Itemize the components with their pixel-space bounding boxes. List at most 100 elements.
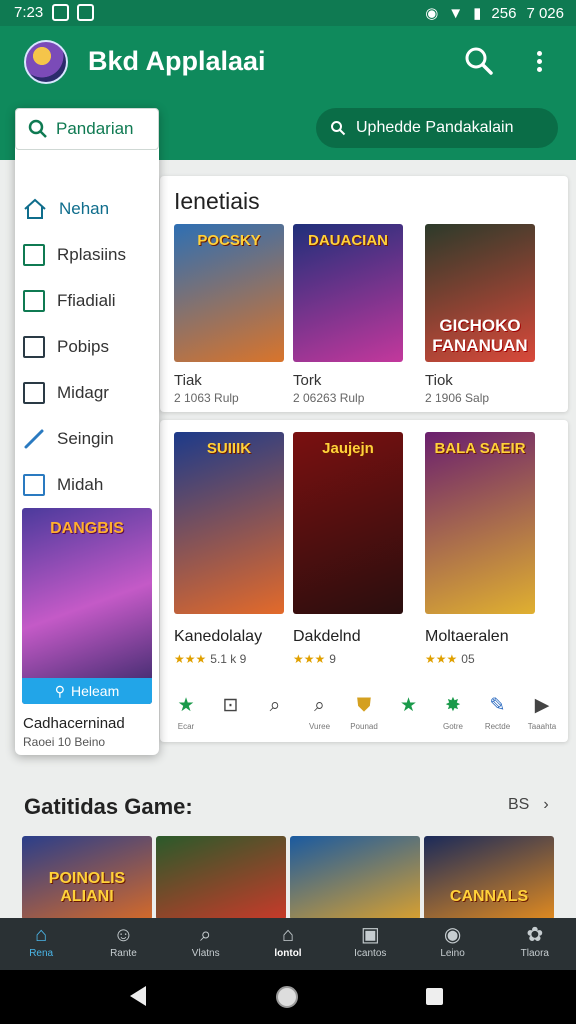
- star-icon: ★: [399, 695, 418, 716]
- drawer-menu: Nehan Rplasiins Ffiadiali Pobips Midagr …: [23, 186, 126, 508]
- rating: ★★★ 9: [293, 652, 403, 666]
- bookmark-icon: ▣: [360, 924, 380, 946]
- tab-label: Icantos: [354, 948, 387, 959]
- drawer-item-3[interactable]: Ffiadiali: [23, 278, 126, 324]
- tab-label: lontol: [274, 948, 302, 959]
- tab-label: Rena: [29, 948, 54, 959]
- top-search-input[interactable]: Uphedde Pandakalain: [316, 108, 558, 148]
- promo-button[interactable]: ⚲ Heleam: [22, 678, 152, 704]
- category-label: Rectde: [484, 722, 511, 731]
- drawer-item-5[interactable]: Midagr: [23, 370, 126, 416]
- tab-6[interactable]: ◉ Leino: [411, 918, 493, 970]
- recents-icon[interactable]: [426, 988, 443, 1005]
- search-icon: [28, 119, 47, 138]
- category-search[interactable]: ⌕: [255, 694, 295, 731]
- game-tile[interactable]: CANNALS: [424, 836, 554, 920]
- alarm-icon: ◉: [425, 5, 439, 22]
- status-time: 7:23: [14, 4, 44, 21]
- tab-label: Vlatns: [191, 948, 220, 959]
- category-label: Pounad: [350, 722, 378, 731]
- tab-5[interactable]: ▣ Icantos: [329, 918, 411, 970]
- face-icon: ☺: [113, 924, 134, 946]
- featured-game-tile[interactable]: Jaujejn Dakdelnd ★★★ 9: [293, 432, 403, 666]
- status-right: ◉ ▼ ▮ 256 7 026: [425, 4, 564, 23]
- image-icon: [23, 382, 45, 404]
- drawer-item-7[interactable]: Midah: [23, 462, 126, 508]
- tab-home[interactable]: ⌂ Rena: [0, 918, 82, 970]
- game-tile[interactable]: POINOLIS ALIANI: [22, 836, 152, 920]
- bottom-navigation: ⌂ Rena ☺ Rante ⌕ Vlatns ⌂ lontol ▣ Icantos ◉ L…: [0, 918, 576, 970]
- featured-game-tile[interactable]: BALA SAEIR Moltaeralen ★★★ 05: [425, 432, 535, 666]
- category-star[interactable]: ★ Ecar: [166, 694, 206, 731]
- category-search-2[interactable]: ⌕ Vuree: [300, 694, 340, 731]
- more-options-icon[interactable]: [530, 48, 548, 78]
- game-art-title: SUIIIK: [206, 440, 252, 457]
- game-tile[interactable]: GICHOKO FANANUAN Tiok 2 1906 Salp: [425, 224, 535, 405]
- drawer-item-label: Pobips: [57, 337, 109, 356]
- category-box[interactable]: ⊡: [211, 694, 251, 731]
- gallery-icon: [52, 4, 69, 21]
- category-icon-row: ★ Ecar ⊡ ⌕ ⌕ Vuree ⛊ Pounad ★ ✸ Gotre ✎ Rectd…: [166, 694, 562, 731]
- section-title: Ienetiais: [174, 188, 260, 214]
- home-button-icon[interactable]: [276, 986, 298, 1008]
- game-tile[interactable]: POCSKY Tiak 2 1063 Rulp: [174, 224, 284, 405]
- drawer-item-2[interactable]: Rplasiins: [23, 232, 126, 278]
- recent-games-card: Ienetiais POCSKY Tiak 2 1063 Rulp DAUACI…: [160, 176, 568, 412]
- status-clock: 7 026: [526, 4, 564, 22]
- square-icon: [23, 474, 45, 496]
- category-play[interactable]: ▶ Taaahta: [522, 694, 562, 731]
- tab-2[interactable]: ☺ Rante: [82, 918, 164, 970]
- game-art-title: GICHOKO FANANUAN: [432, 316, 528, 355]
- back-icon[interactable]: [130, 986, 146, 1006]
- edit-icon: [23, 290, 45, 312]
- rating-count: 9: [329, 652, 336, 666]
- tab-4[interactable]: ⌂ lontol: [247, 918, 329, 970]
- game-art-title: DAUACIAN: [308, 232, 388, 249]
- search-icon: [331, 121, 346, 136]
- drawer-search-input[interactable]: Pandarian: [15, 108, 159, 150]
- game-sub: 2 1906 Salp: [425, 391, 490, 405]
- promo-button-label: Heleam: [71, 683, 120, 699]
- game-tile[interactable]: [290, 836, 420, 920]
- game-art-title: Jaujejn: [322, 440, 374, 457]
- promo-sub: Raoei 10 Beino: [23, 735, 106, 749]
- tab-search[interactable]: ⌕ Vlatns: [165, 918, 247, 970]
- wifi-icon: ▼: [448, 4, 464, 22]
- rating-stars: ★★★: [174, 652, 207, 666]
- signal-icon: ▮: [473, 5, 482, 22]
- game-tile[interactable]: DAUACIAN Tork 2 06263 Rulp: [293, 224, 403, 405]
- category-brush[interactable]: ✎ Rectde: [478, 694, 518, 731]
- key-icon: ⚲: [54, 682, 65, 699]
- category-star-2[interactable]: ★: [389, 694, 429, 731]
- drawer-item-6[interactable]: Seingin: [23, 416, 126, 462]
- drawer-item-label: Seingin: [57, 429, 114, 448]
- navigation-drawer: Pandarian Nehan Rplasiins Ffiadiali Pobi…: [15, 108, 159, 755]
- featured-game-tile[interactable]: SUIIIK Kanedolalay ★★★ 5.1 k 9: [174, 432, 284, 666]
- top-search-placeholder: Uphedde Pandakalain: [356, 119, 514, 136]
- game-sub: 2 1063 Rulp: [174, 391, 239, 405]
- section-title-2: Gatitidas Game:: [24, 794, 193, 819]
- tab-settings[interactable]: ✿ Tlaora: [494, 918, 576, 970]
- category-shield[interactable]: ⛊ Pounad: [344, 694, 384, 731]
- game-tile[interactable]: [156, 836, 286, 920]
- game-art: SUIIIK: [174, 432, 284, 614]
- rating: ★★★ 5.1 k 9: [174, 652, 284, 666]
- app-title: Bkd Applalaai: [88, 46, 266, 76]
- rating-count: 05: [461, 652, 475, 666]
- search-icon: ⌕: [200, 924, 212, 946]
- promo-name: Cadhacerninad: [23, 715, 125, 732]
- search-icon[interactable]: [462, 44, 496, 78]
- see-more-link[interactable]: BS ›: [508, 796, 549, 814]
- category-label: Vuree: [308, 722, 331, 731]
- drawer-item-home[interactable]: Nehan: [23, 186, 126, 232]
- brush-icon: ✎: [489, 695, 506, 716]
- drawer-item-label: Ffiadiali: [57, 291, 116, 310]
- drawer-item-4[interactable]: Pobips: [23, 324, 126, 370]
- burst-icon: ✸: [445, 695, 461, 716]
- category-burst[interactable]: ✸ Gotre: [433, 694, 473, 731]
- chat-icon: ◉: [443, 924, 462, 946]
- gallery-icon: [23, 244, 45, 266]
- tab-label: Leino: [440, 948, 465, 959]
- game-art: POCSKY: [174, 224, 284, 362]
- drawer-promo-card[interactable]: DANGBIS ⚲ Heleam: [22, 508, 152, 704]
